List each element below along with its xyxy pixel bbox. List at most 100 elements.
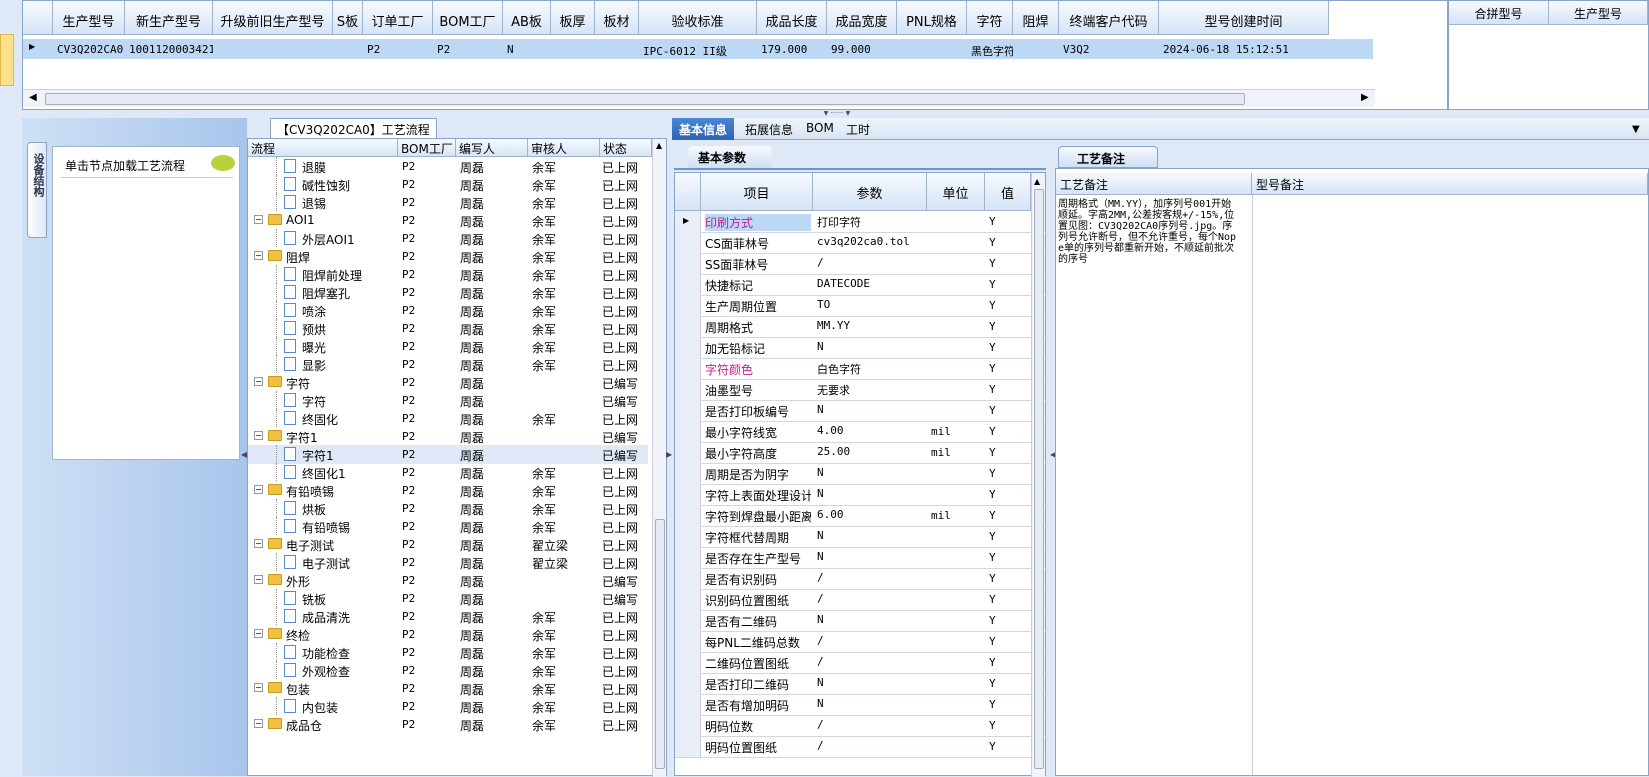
scroll-thumb[interactable] <box>655 519 665 769</box>
param-value[interactable]: 无要求 <box>817 382 925 398</box>
expand-icon[interactable]: − <box>254 683 263 692</box>
param-value[interactable]: N <box>817 697 925 710</box>
tree-row[interactable]: 外层AOI1 P2 周磊 余军 已上网 <box>248 229 648 248</box>
tree-row[interactable]: 显影 P2 周磊 余军 已上网 <box>248 355 648 374</box>
column-header[interactable]: 字符 <box>967 1 1013 35</box>
param-row[interactable]: 最小字符线宽 4.00 mil Y <box>675 421 1047 443</box>
column-header[interactable]: 成品长度 <box>757 1 827 35</box>
tree-node-label[interactable]: 预烘 <box>302 321 326 338</box>
tree-row[interactable]: 功能检查 P2 周磊 余军 已上网 <box>248 643 648 662</box>
grid-cell[interactable]: 2024-06-18 15:12:51 <box>1163 43 1329 56</box>
merge-grid[interactable]: 合拼型号 生产型号 <box>1448 0 1649 110</box>
scroll-up-icon[interactable]: ▲ <box>1034 177 1040 186</box>
param-row[interactable]: 每PNL二维码总数 / Y <box>675 631 1047 653</box>
tree-node-label[interactable]: 有铅喷锡 <box>286 483 334 500</box>
tree-row[interactable]: − 有铅喷锡 P2 周磊 余军 已上网 <box>248 481 648 500</box>
param-item[interactable]: CS面菲林号 <box>705 235 811 252</box>
params-column-header[interactable]: 值 <box>985 173 1031 211</box>
tree-node-label[interactable]: 功能检查 <box>302 645 350 662</box>
nav-box[interactable]: 单击节点加载工艺流程 <box>52 146 240 460</box>
param-item[interactable]: 周期格式 <box>705 319 811 336</box>
tree-row[interactable]: 成品清洗 P2 周磊 余军 已上网 <box>248 607 648 626</box>
tree-row[interactable]: − 字符 P2 周磊 已编写 <box>248 373 648 392</box>
tree-node-label[interactable]: 电子测试 <box>302 555 350 572</box>
param-item[interactable]: 字符颜色 <box>705 361 811 378</box>
tree-column-header[interactable]: BOM工厂 <box>398 139 456 157</box>
column-header[interactable]: 订单工厂 <box>363 1 433 35</box>
tree-node-label[interactable]: 外形 <box>286 573 310 590</box>
tree-row[interactable]: 曝光 P2 周磊 余军 已上网 <box>248 337 648 356</box>
tree-row[interactable]: 终固化1 P2 周磊 余军 已上网 <box>248 463 648 482</box>
column-header[interactable]: 验收标准 <box>639 1 757 35</box>
tree-node-label[interactable]: 字符 <box>286 375 310 392</box>
scroll-thumb[interactable] <box>1034 189 1044 769</box>
param-item[interactable]: 每PNL二维码总数 <box>705 634 811 651</box>
tree-node-label[interactable]: 显影 <box>302 357 326 374</box>
param-row[interactable]: 字符上表面处理设计 N Y <box>675 484 1047 506</box>
grid-cell[interactable]: 179.000 <box>761 43 827 56</box>
param-value[interactable]: / <box>817 655 925 668</box>
param-item[interactable]: 识别码位置图纸 <box>705 592 811 609</box>
expand-icon[interactable]: − <box>254 215 263 224</box>
tab-menu-icon[interactable]: ▼ <box>1632 124 1640 135</box>
param-row[interactable]: 周期是否为阴字 N Y <box>675 463 1047 485</box>
param-row[interactable]: ▶ 印刷方式 打印字符 Y <box>675 211 1047 233</box>
tree-column-header[interactable]: 编写人 <box>456 139 528 157</box>
tree-row[interactable]: − 终检 P2 周磊 余军 已上网 <box>248 625 648 644</box>
grid-cell[interactable]: 99.000 <box>831 43 897 56</box>
params-grid[interactable]: 项目 参数 单位值 ▶ 印刷方式 打印字符 Y CS面菲林号 cv3q202ca0.tol Y S… <box>674 172 1047 777</box>
param-row[interactable]: 字符到焊盘最小距离 6.00 mil Y <box>675 505 1047 527</box>
grid-cell[interactable]: P2 <box>367 43 433 56</box>
tree-node-label[interactable]: 外层AOI1 <box>302 231 355 248</box>
param-row[interactable]: 加无铅标记 N Y <box>675 337 1047 359</box>
expand-icon[interactable]: − <box>254 575 263 584</box>
tab-basic-params[interactable]: 基本参数 <box>688 146 772 168</box>
expand-icon[interactable]: − <box>254 251 263 260</box>
expand-icon[interactable]: − <box>254 377 263 386</box>
tree-node-label[interactable]: 阻焊塞孔 <box>302 285 350 302</box>
param-item[interactable]: 是否打印板编号 <box>705 403 811 420</box>
tree-row[interactable]: 退锡 P2 周磊 余军 已上网 <box>248 193 648 212</box>
tree-row[interactable]: 喷涂 P2 周磊 余军 已上网 <box>248 301 648 320</box>
tree-row[interactable]: − AOI1 P2 周磊 余军 已上网 <box>248 211 648 230</box>
param-row[interactable]: 是否打印二维码 N Y <box>675 673 1047 695</box>
param-row[interactable]: 字符框代替周期 N Y <box>675 526 1047 548</box>
column-header[interactable]: PNL规格 <box>897 1 967 35</box>
expand-icon[interactable]: − <box>254 539 263 548</box>
param-item[interactable]: 周期是否为阴字 <box>705 466 811 483</box>
param-value[interactable]: N <box>817 550 925 563</box>
tab-0[interactable]: 基本信息 <box>672 118 734 140</box>
tree-node-label[interactable]: 终固化 <box>302 411 338 428</box>
grid-cell[interactable]: N <box>507 43 551 56</box>
tree-node-label[interactable]: 碱性蚀刻 <box>302 177 350 194</box>
model-grid[interactable]: 生产型号 新生产型号 升级前旧生产型号 S板 订单工厂 BOM工厂 AB板 板厚 板材 验收标准成… <box>22 0 1448 110</box>
params-column-header[interactable]: 参数 <box>813 173 927 211</box>
process-tree[interactable]: 流程 BOM工厂 编写人 审核人 状态 退膜 P2 周磊 余军 已上网 碱性蚀刻 P2 周磊 余军 已上网… <box>247 138 667 777</box>
grid-cell[interactable]: P2 <box>437 43 503 56</box>
column-header[interactable]: BOM工厂 <box>433 1 503 35</box>
param-item[interactable]: 最小字符高度 <box>705 445 811 462</box>
horizontal-scrollbar[interactable]: ◀ ▶ <box>23 89 1375 107</box>
column-header[interactable]: AB板 <box>503 1 551 35</box>
tree-column-header[interactable]: 状态 <box>600 139 652 157</box>
param-value[interactable]: DATECODE <box>817 277 925 290</box>
param-item[interactable]: 是否存在生产型号 <box>705 550 811 567</box>
tree-column-header[interactable]: 流程 <box>248 139 398 157</box>
param-value[interactable]: N <box>817 487 925 500</box>
tree-row[interactable]: 阻焊前处理 P2 周磊 余军 已上网 <box>248 265 648 284</box>
param-value[interactable]: MM.YY <box>817 319 925 332</box>
tree-row[interactable]: − 外形 P2 周磊 已编写 <box>248 571 648 590</box>
param-item[interactable]: 快捷标记 <box>705 277 811 294</box>
tab-process-notes[interactable]: 工艺备注 <box>1058 146 1158 168</box>
param-value[interactable]: N <box>817 613 925 626</box>
param-item[interactable]: 是否有识别码 <box>705 571 811 588</box>
tree-node-label[interactable]: 退膜 <box>302 159 326 176</box>
tab-2[interactable]: BOM <box>802 118 836 140</box>
param-item[interactable]: 是否有二维码 <box>705 613 811 630</box>
param-item[interactable]: 是否打印二维码 <box>705 676 811 693</box>
param-row[interactable]: 明码位数 / Y <box>675 715 1047 737</box>
tree-row[interactable]: 阻焊塞孔 P2 周磊 余军 已上网 <box>248 283 648 302</box>
scroll-up-icon[interactable]: ▲ <box>656 141 662 150</box>
scroll-left-icon[interactable]: ◀ <box>29 92 37 103</box>
param-item[interactable]: 是否有增加明码 <box>705 697 811 714</box>
